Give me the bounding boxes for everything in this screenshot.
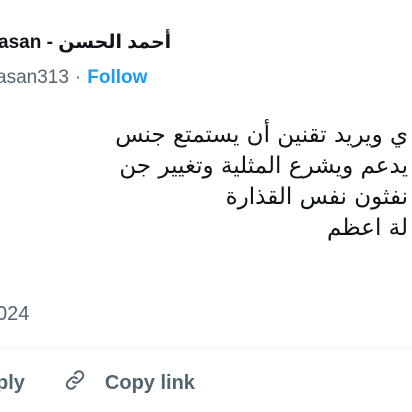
link-icon <box>63 368 105 398</box>
author-handle[interactable]: asan313 <box>0 67 69 89</box>
tweet-text-line-4: لة اعظم <box>327 215 408 241</box>
copy-link-label: Copy link <box>104 371 195 394</box>
author-name-latin: asan - <box>0 32 59 53</box>
follow-button[interactable]: Follow <box>87 67 147 89</box>
tweet-date[interactable]: 024 <box>0 303 29 326</box>
tweet-text-line-1: ي ويريد تقنين أن يستمتع جنس <box>115 122 408 148</box>
separator-dot: · <box>74 67 82 88</box>
reply-button[interactable]: ply <box>0 372 25 395</box>
tweet-text-line-2: يدعم ويشرع المثلية وتغيير جن <box>119 153 408 179</box>
copy-link-button[interactable]: Copy link <box>63 368 195 398</box>
tweet-text: ي ويريد تقنين أن يستمتع جنس يدعم ويشرع ا… <box>0 120 408 244</box>
tweet-text-line-3: نفثون نفس القذارة <box>225 184 408 210</box>
author-name-arabic: أحمد الحسن <box>58 32 172 53</box>
author-handle-row: asan313 · Follow <box>0 67 147 89</box>
divider <box>0 347 412 348</box>
tweet-actions: ply Copy link <box>0 368 195 398</box>
author-display-name[interactable]: asan - أحمد الحسن <box>0 31 171 54</box>
